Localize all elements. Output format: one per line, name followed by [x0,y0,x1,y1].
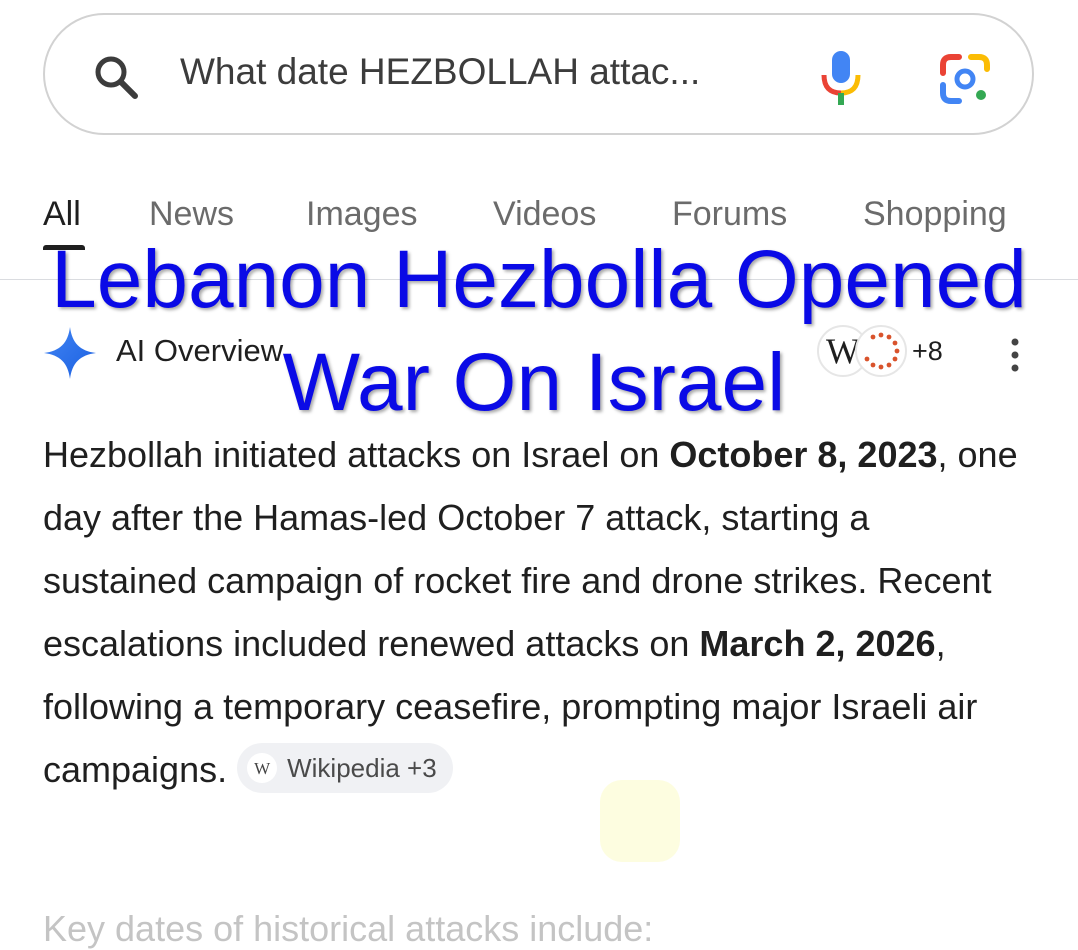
ai-overview-text: Hezbollah initiated attacks on Israel on… [43,423,1033,801]
overlay-caption: Lebanon Hezbolla Opened War On Israel [0,228,1078,434]
search-input[interactable]: What date HEZBOLLAH attac... [180,51,700,93]
overview-text-part: Hezbollah initiated attacks on Israel on [43,434,670,475]
overlay-line-2: War On Israel [282,337,786,428]
search-icon[interactable] [92,53,140,101]
source-chip[interactable]: W Wikipedia +3 [237,743,453,794]
overlay-line-1: Lebanon Hezbolla Opened [51,234,1027,325]
wikipedia-icon: W [247,753,278,784]
search-bar[interactable]: What date HEZBOLLAH attac... [43,13,1034,135]
key-dates-heading: Key dates of historical attacks include: [43,908,654,949]
lens-icon[interactable] [939,53,991,105]
date-highlight: March 2, 2026 [699,623,936,664]
date-highlight: October 8, 2023 [669,434,938,475]
source-chip-label: Wikipedia +3 [287,753,437,784]
mic-icon[interactable] [819,49,863,107]
